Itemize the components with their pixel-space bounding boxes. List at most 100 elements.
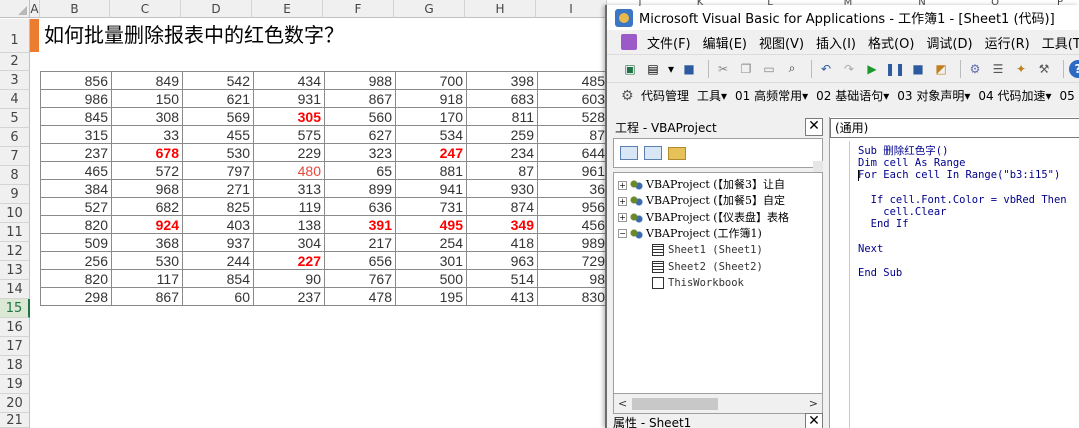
cell[interactable]: 963 [466, 251, 538, 270]
cell[interactable]: 259 [466, 125, 538, 144]
cell[interactable]: 931 [253, 89, 325, 108]
addin-toolbar-item[interactable]: 05 [1059, 89, 1074, 103]
cell[interactable]: 956 [537, 197, 609, 216]
row-header[interactable]: 4 [0, 90, 30, 109]
column-header[interactable]: E [252, 0, 323, 18]
tree-item-project[interactable]: + VBAProject (【仪表盘】表格 [618, 210, 789, 226]
tree-item-object[interactable]: ThisWorkbook [652, 275, 744, 291]
cell[interactable]: 656 [324, 251, 396, 270]
find-icon[interactable]: ⌕ [783, 60, 801, 78]
toggle-folders-icon[interactable] [668, 146, 686, 160]
column-header[interactable]: N [912, 0, 932, 6]
cell[interactable]: 560 [324, 107, 396, 126]
cell[interactable]: 527 [40, 197, 112, 216]
row-header[interactable]: 10 [0, 204, 30, 223]
column-header[interactable]: M [838, 0, 858, 6]
addin-toolbar-item[interactable]: 工具▾ [697, 87, 727, 104]
menu-item[interactable]: 格式(O) [862, 33, 920, 52]
cell[interactable]: 217 [324, 233, 396, 252]
menu-item[interactable]: 工具(T) [1036, 33, 1079, 52]
cell[interactable]: 138 [253, 215, 325, 234]
code-line[interactable]: Dim cell As Range [858, 157, 1067, 169]
cell[interactable]: 849 [111, 71, 183, 90]
code-margin-indicator[interactable] [830, 141, 850, 428]
excel-view-icon[interactable]: ▣ [621, 60, 639, 78]
paste-icon[interactable]: ▭ [760, 60, 778, 78]
row-header[interactable]: 3 [0, 71, 30, 90]
expand-icon[interactable]: + [618, 213, 627, 223]
collapse-icon[interactable]: − [618, 229, 627, 239]
cell[interactable]: 434 [253, 71, 325, 90]
cell[interactable]: 988 [324, 71, 396, 90]
dropdown-arrow-icon[interactable]: ▾ [667, 60, 675, 78]
cell[interactable]: 500 [395, 269, 467, 288]
code-line[interactable] [858, 182, 1067, 194]
scroll-right-icon[interactable]: > [809, 397, 818, 410]
cell[interactable]: 247 [395, 143, 467, 162]
cell[interactable]: 33 [111, 125, 183, 144]
cell[interactable]: 465 [40, 161, 112, 180]
cell[interactable]: 575 [253, 125, 325, 144]
cell[interactable]: 729 [537, 251, 609, 270]
cell[interactable]: 301 [395, 251, 467, 270]
toolbox-icon[interactable]: ⚒ [1035, 60, 1053, 78]
row-header[interactable]: 12 [0, 242, 30, 261]
cell[interactable]: 305 [253, 107, 325, 126]
redo-icon[interactable]: ↷ [840, 60, 858, 78]
run-icon[interactable]: ▶ [863, 60, 881, 78]
cell[interactable]: 845 [40, 107, 112, 126]
cell[interactable]: 530 [111, 251, 183, 270]
menu-item[interactable]: 编辑(E) [697, 33, 753, 52]
row-header[interactable]: 6 [0, 128, 30, 147]
cell[interactable]: 256 [40, 251, 112, 270]
cell[interactable]: 323 [324, 143, 396, 162]
row-header[interactable]: 8 [0, 166, 30, 185]
code-line[interactable]: cell.Clear [858, 206, 1067, 218]
object-browser-icon[interactable]: ✦ [1012, 60, 1030, 78]
addin-toolbar-item[interactable]: 代码管理 [641, 87, 689, 104]
code-line[interactable] [858, 230, 1067, 242]
close-icon[interactable]: ✕ [805, 413, 823, 428]
cell[interactable]: 820 [40, 215, 112, 234]
undo-icon[interactable]: ↶ [817, 60, 835, 78]
cell[interactable]: 542 [182, 71, 254, 90]
code-line[interactable]: For Each cell In Range("b3:i15") [858, 169, 1067, 181]
column-header[interactable]: B [40, 0, 110, 18]
column-header[interactable]: F [323, 0, 394, 18]
addin-toolbar-item[interactable]: 03 对象声明▾ [897, 87, 970, 104]
row-header[interactable]: 11 [0, 223, 30, 242]
column-header[interactable]: P [1050, 0, 1070, 6]
sheet-title[interactable]: 如何批量删除报表中的红色数字？ [44, 19, 344, 52]
cell[interactable]: 678 [111, 143, 183, 162]
cell[interactable]: 825 [182, 197, 254, 216]
insert-userform-icon[interactable]: ▤ [644, 60, 662, 78]
cell[interactable]: 961 [537, 161, 609, 180]
cell[interactable]: 298 [40, 287, 112, 306]
close-icon[interactable]: ✕ [805, 118, 823, 136]
cell[interactable]: 644 [537, 143, 609, 162]
cell[interactable]: 391 [324, 215, 396, 234]
properties-icon[interactable]: ☰ [989, 60, 1007, 78]
column-header[interactable]: D [181, 0, 252, 18]
cell[interactable]: 924 [111, 215, 183, 234]
expand-icon[interactable]: + [618, 196, 627, 206]
cell[interactable]: 854 [182, 269, 254, 288]
code-line[interactable] [858, 255, 1067, 267]
break-icon[interactable]: ❚❚ [885, 60, 905, 78]
tree-item-object[interactable]: Sheet1 (Sheet1) [652, 242, 763, 258]
cell[interactable]: 195 [395, 287, 467, 306]
tree-item-project[interactable]: + VBAProject (【加餐5】自定 [618, 193, 785, 209]
cell[interactable]: 237 [40, 143, 112, 162]
cell[interactable]: 797 [182, 161, 254, 180]
column-header[interactable]: H [465, 0, 536, 18]
cell[interactable]: 989 [537, 233, 609, 252]
cell[interactable]: 315 [40, 125, 112, 144]
column-header[interactable]: L [760, 0, 780, 6]
addin-toolbar-item[interactable]: 02 基础语句▾ [816, 87, 889, 104]
cell[interactable]: 820 [40, 269, 112, 288]
row-header[interactable]: 1 [0, 19, 30, 53]
cell[interactable]: 830 [537, 287, 609, 306]
cell[interactable]: 65 [324, 161, 396, 180]
cell[interactable]: 572 [111, 161, 183, 180]
cell[interactable]: 384 [40, 179, 112, 198]
